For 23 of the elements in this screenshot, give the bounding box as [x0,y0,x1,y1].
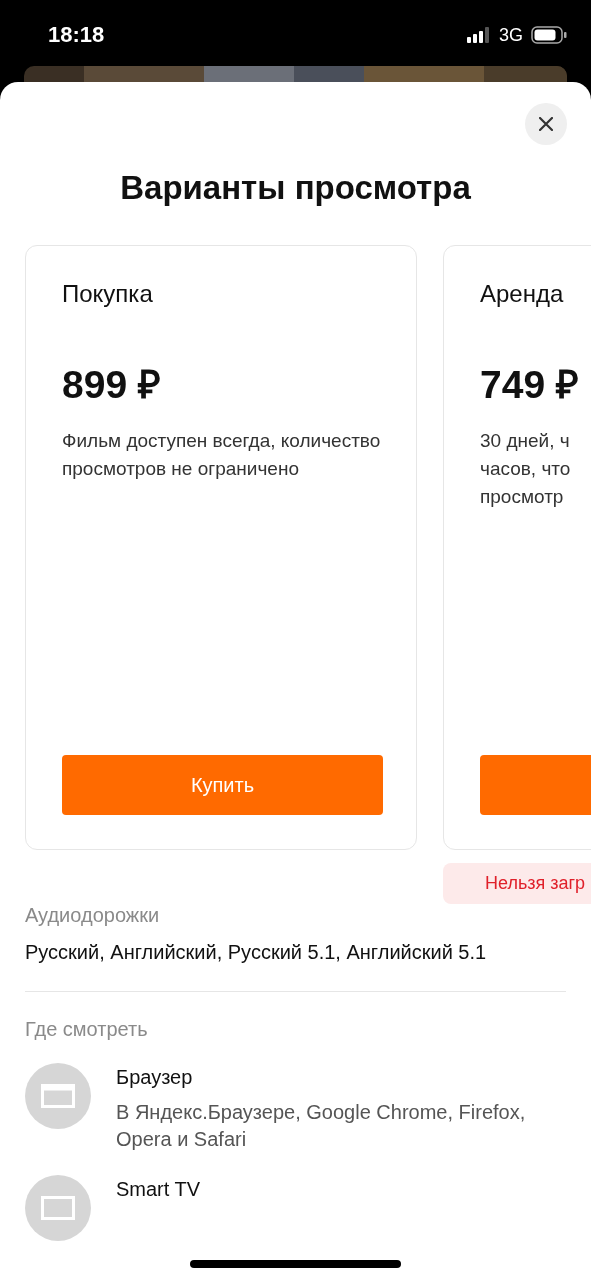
platform-title: Браузер [116,1066,194,1089]
offer-name: Покупка [62,280,154,308]
audio-tracks: Русский, Английский, Русский 5.1, Английский 5.1 [25,940,488,965]
sheet-title: Варианты просмотра [119,169,472,207]
network-label: 3G [499,24,523,46]
section-heading: Аудиодорожки [25,904,161,927]
offer-name: Аренда [480,280,565,308]
platform-title: Smart TV [116,1178,201,1201]
platform-description: В Яндекс.Браузере, Google Chrome, Firefox, Opera и Safari [116,1100,527,1152]
section-heading: Где смотреть [25,1018,149,1041]
offer-description: 30 дней, ч часов, что просмотр [480,429,572,509]
offer-price: 899 ₽ [62,362,162,408]
battery-icon [531,26,567,44]
close-icon [539,117,553,131]
offer-description: Фильм доступен всегда, количество просмотров не ограничено [62,429,382,481]
close-button[interactable] [525,103,567,145]
signal-icon [467,27,491,43]
browser-window-icon [41,1084,75,1108]
offer-price: 749 ₽ [480,362,580,408]
tv-icon [41,1196,75,1220]
buy-button[interactable]: Купить [62,755,383,815]
status-time: 18:18 [48,22,105,48]
warning-notice: Нельзя загр [443,863,591,904]
